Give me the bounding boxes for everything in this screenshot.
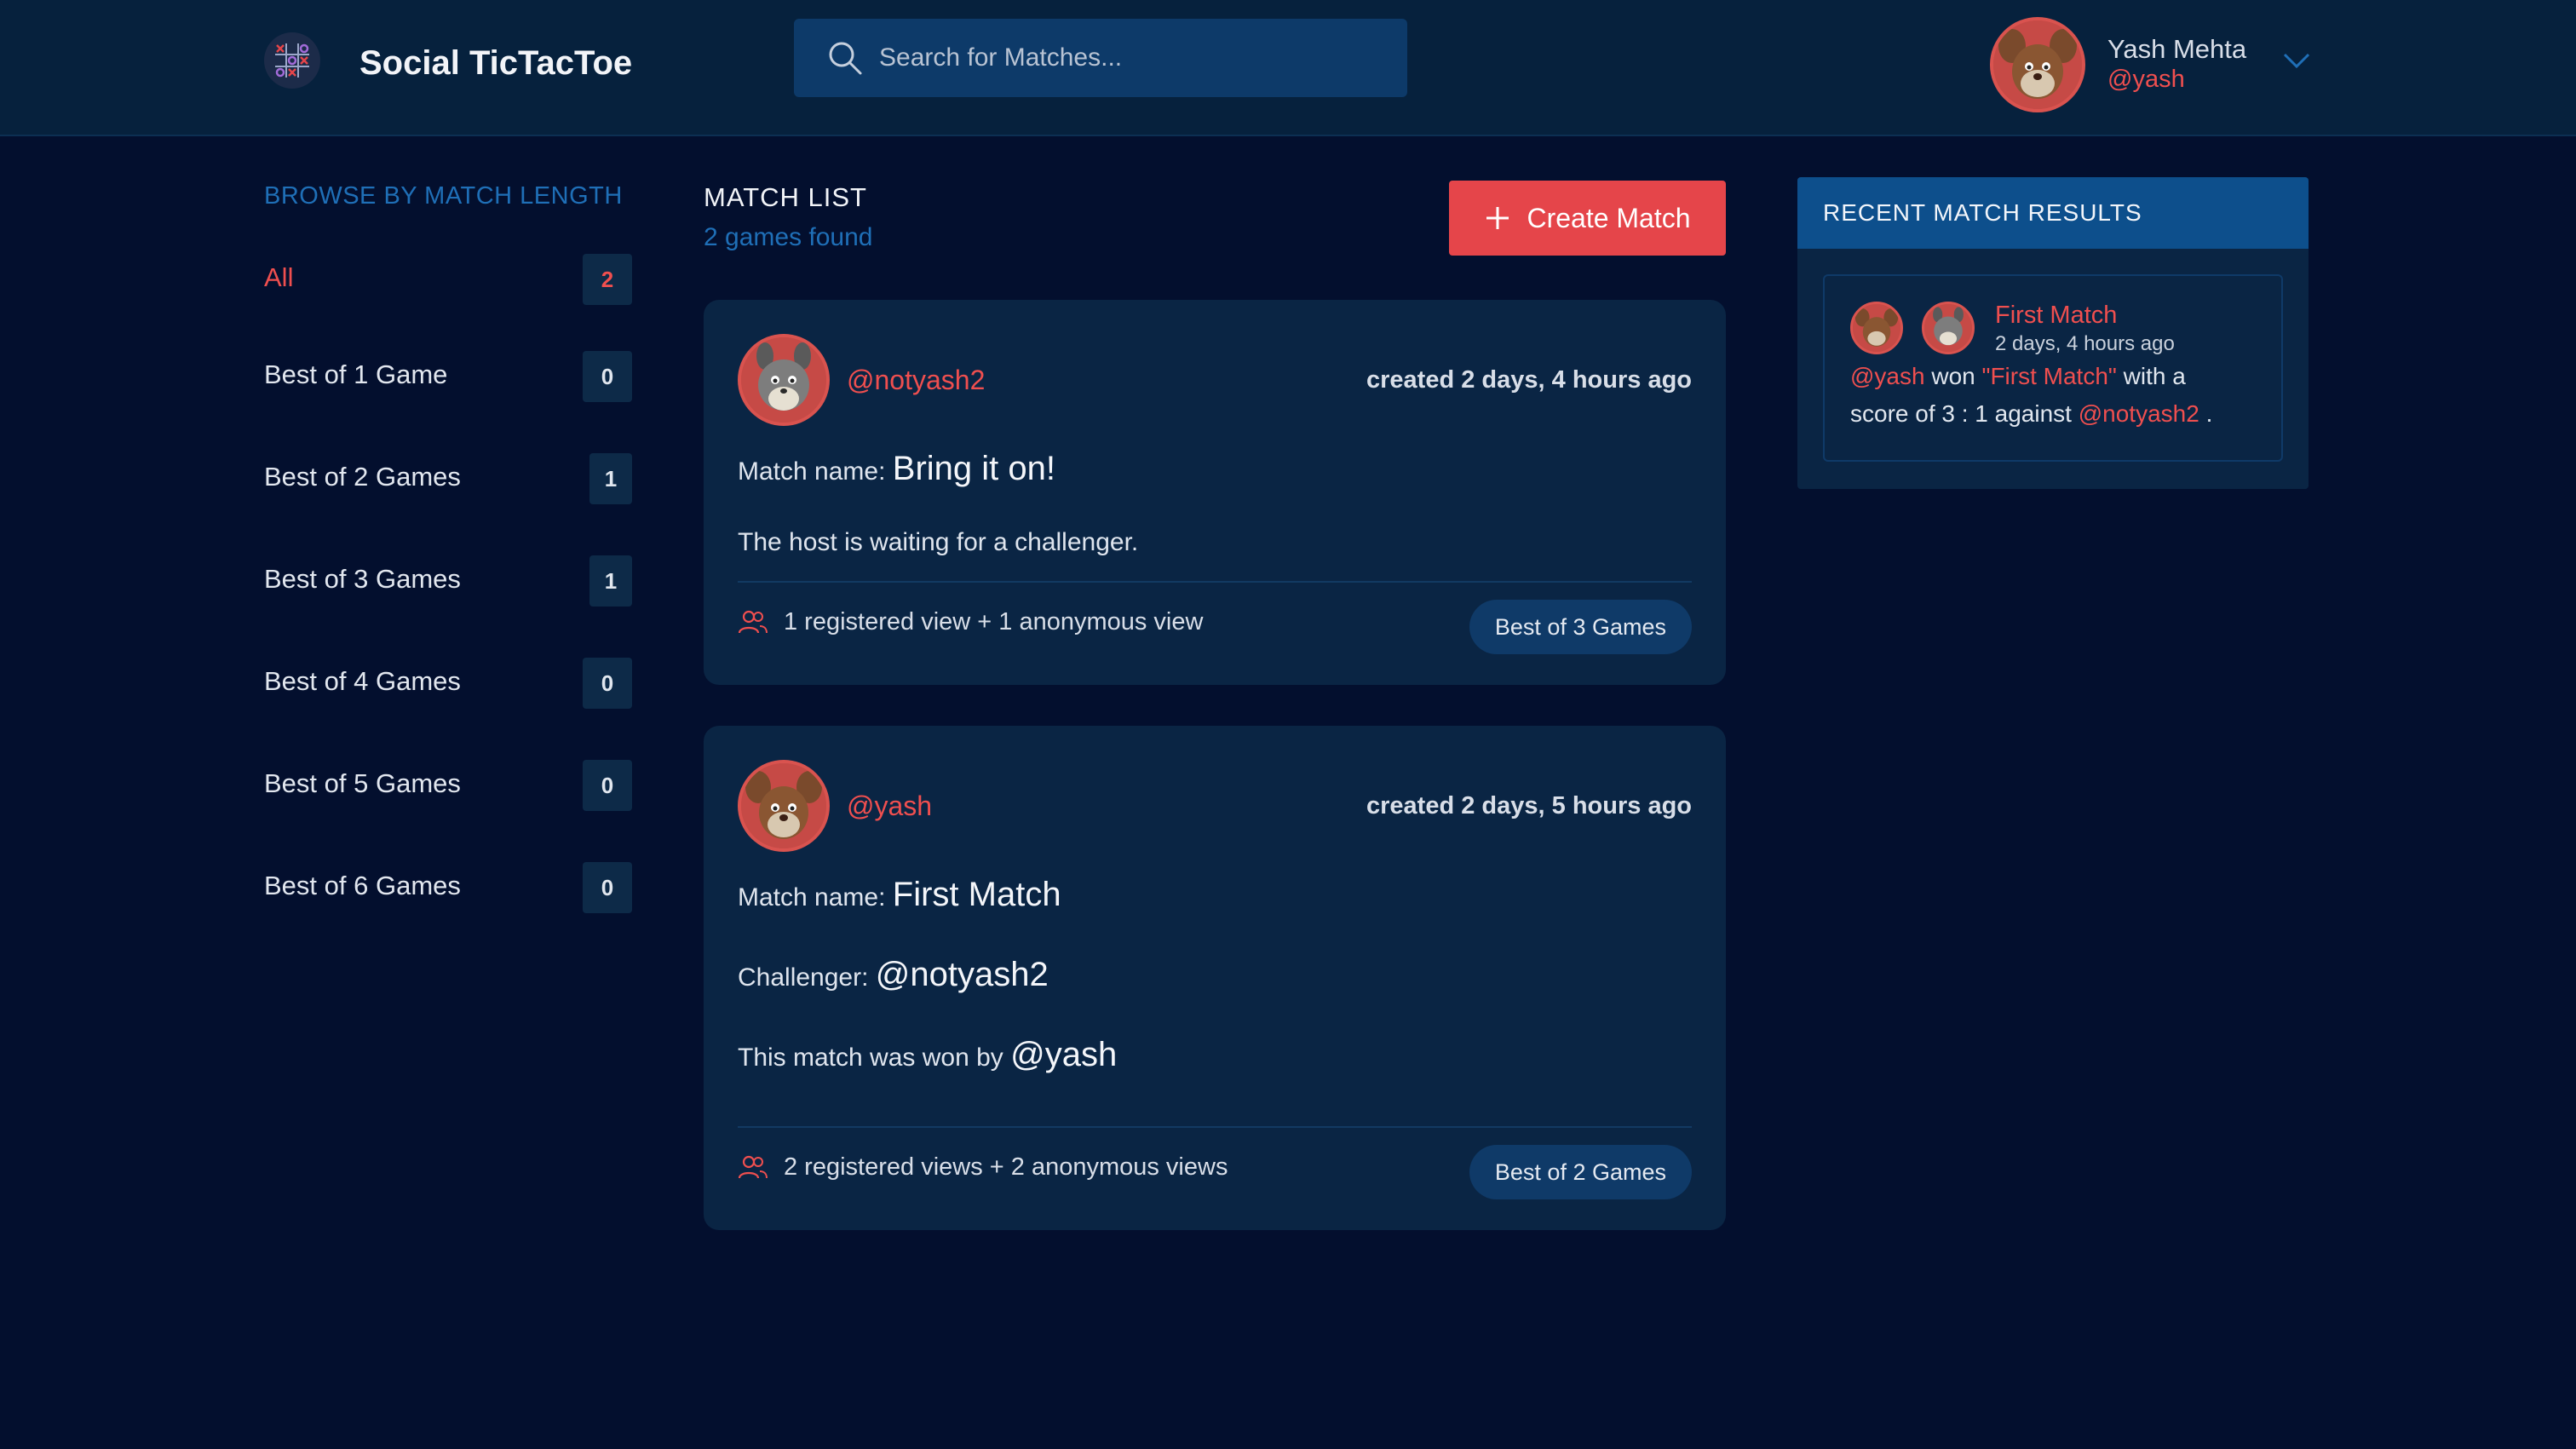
loser-avatar[interactable] bbox=[1922, 302, 1975, 354]
sidebar-item-best-of-6[interactable]: Best of 6 Games 0 bbox=[264, 862, 632, 917]
result-match-name[interactable]: First Match bbox=[1995, 302, 2117, 330]
created-time: created 2 days, 5 hours ago bbox=[1366, 792, 1692, 819]
result-time: 2 days, 4 hours ago bbox=[1995, 332, 2175, 355]
sidebar-item-best-of-4[interactable]: Best of 4 Games 0 bbox=[264, 658, 632, 712]
match-name: First Match bbox=[892, 876, 1061, 913]
host-handle[interactable]: @notyash2 bbox=[847, 365, 985, 396]
won-text: won bbox=[1931, 363, 1975, 389]
count-badge: 2 bbox=[583, 254, 632, 305]
match-card[interactable]: @yash created 2 days, 5 hours ago Match … bbox=[704, 726, 1726, 1230]
winner-avatar[interactable] bbox=[1850, 302, 1903, 354]
winner-handle[interactable]: @yash bbox=[1850, 363, 1925, 389]
create-match-label: Create Match bbox=[1527, 202, 1691, 233]
recent-results-panel: RECENT MATCH RESULTS First Match 2 days,… bbox=[1797, 177, 2309, 489]
users-icon bbox=[738, 610, 768, 633]
sidebar-item-all[interactable]: All 2 bbox=[264, 254, 632, 308]
sentence-end: . bbox=[2205, 400, 2213, 427]
sidebar-item-label: All bbox=[264, 262, 294, 292]
host-avatar[interactable] bbox=[738, 334, 830, 426]
with-text: with a bbox=[2123, 363, 2186, 389]
search-bar[interactable] bbox=[794, 19, 1407, 97]
challenger-label: Challenger: bbox=[738, 963, 869, 992]
match-name-row: Match name: Bring it on! bbox=[738, 450, 1055, 488]
result-summary-line-2: score of 3 : 1 against @notyash2 . bbox=[1850, 400, 2212, 428]
match-name: Bring it on! bbox=[892, 450, 1055, 487]
result-match-link[interactable]: "First Match" bbox=[1982, 363, 2117, 389]
loser-handle[interactable]: @notyash2 bbox=[2079, 400, 2199, 427]
host-avatar[interactable] bbox=[738, 760, 830, 852]
score-text: score of 3 : 1 against bbox=[1850, 400, 2072, 427]
view-count: 1 registered view + 1 anonymous view bbox=[738, 608, 1203, 636]
sidebar-title: BROWSE BY MATCH LENGTH bbox=[264, 182, 623, 210]
view-count-text: 2 registered views + 2 anonymous views bbox=[784, 1153, 1228, 1181]
view-count: 2 registered views + 2 anonymous views bbox=[738, 1153, 1228, 1182]
count-badge: 1 bbox=[589, 555, 632, 607]
tictactoe-logo-icon[interactable] bbox=[264, 32, 320, 89]
match-name-row: Match name: First Match bbox=[738, 876, 1061, 914]
match-status: The host is waiting for a challenger. bbox=[738, 528, 1139, 556]
card-divider bbox=[738, 581, 1692, 583]
create-match-button[interactable]: Create Match bbox=[1449, 181, 1726, 256]
challenger-handle[interactable]: @notyash2 bbox=[876, 956, 1049, 993]
match-list-title: MATCH LIST bbox=[704, 182, 867, 212]
recent-results-title: RECENT MATCH RESULTS bbox=[1823, 199, 2142, 226]
result-card[interactable]: First Match 2 days, 4 hours ago @yash wo… bbox=[1823, 274, 2283, 462]
match-card[interactable]: @notyash2 created 2 days, 4 hours ago Ma… bbox=[704, 300, 1726, 685]
sidebar-item-best-of-3[interactable]: Best of 3 Games 1 bbox=[264, 555, 632, 610]
top-header: Social TicTacToe Yash Mehta @yash bbox=[0, 0, 2576, 136]
winner-label: This match was won by bbox=[738, 1044, 1003, 1072]
winner-row: This match was won by @yash bbox=[738, 1036, 1117, 1074]
sidebar-item-label: Best of 6 Games bbox=[264, 871, 461, 900]
count-badge: 0 bbox=[583, 862, 632, 913]
host-handle[interactable]: @yash bbox=[847, 791, 932, 822]
sidebar-item-label: Best of 1 Game bbox=[264, 359, 448, 389]
sidebar-item-best-of-1[interactable]: Best of 1 Game 0 bbox=[264, 351, 632, 405]
challenger-row: Challenger: @notyash2 bbox=[738, 956, 1049, 994]
count-badge: 0 bbox=[583, 351, 632, 402]
search-icon bbox=[829, 42, 862, 75]
sidebar-item-best-of-2[interactable]: Best of 2 Games 1 bbox=[264, 453, 632, 508]
match-length-badge[interactable]: Best of 2 Games bbox=[1469, 1145, 1692, 1199]
card-divider bbox=[738, 1126, 1692, 1128]
user-name: Yash Mehta bbox=[2107, 34, 2247, 64]
count-badge: 0 bbox=[583, 760, 632, 811]
match-name-label: Match name: bbox=[738, 883, 886, 911]
user-handle: @yash bbox=[2107, 66, 2185, 93]
created-time: created 2 days, 4 hours ago bbox=[1366, 366, 1692, 394]
sidebar-item-label: Best of 2 Games bbox=[264, 462, 461, 492]
recent-results-header: RECENT MATCH RESULTS bbox=[1797, 177, 2309, 249]
search-input[interactable] bbox=[879, 19, 1390, 97]
winner-handle[interactable]: @yash bbox=[1010, 1036, 1117, 1073]
app-title[interactable]: Social TicTacToe bbox=[359, 44, 632, 83]
count-badge: 1 bbox=[589, 453, 632, 504]
match-length-badge[interactable]: Best of 3 Games bbox=[1469, 600, 1692, 654]
users-icon bbox=[738, 1155, 768, 1178]
result-summary-line-1: @yash won "First Match" with a bbox=[1850, 363, 2186, 390]
count-badge: 0 bbox=[583, 658, 632, 709]
plus-icon bbox=[1486, 207, 1509, 229]
chevron-down-icon[interactable] bbox=[2281, 48, 2312, 73]
view-count-text: 1 registered view + 1 anonymous view bbox=[784, 608, 1204, 635]
user-avatar[interactable] bbox=[1990, 17, 2085, 112]
sidebar-item-label: Best of 4 Games bbox=[264, 666, 461, 696]
sidebar-item-label: Best of 3 Games bbox=[264, 564, 461, 594]
sidebar-item-label: Best of 5 Games bbox=[264, 768, 461, 798]
match-name-label: Match name: bbox=[738, 457, 886, 486]
games-found-count: 2 games found bbox=[704, 223, 873, 251]
sidebar-item-best-of-5[interactable]: Best of 5 Games 0 bbox=[264, 760, 632, 814]
